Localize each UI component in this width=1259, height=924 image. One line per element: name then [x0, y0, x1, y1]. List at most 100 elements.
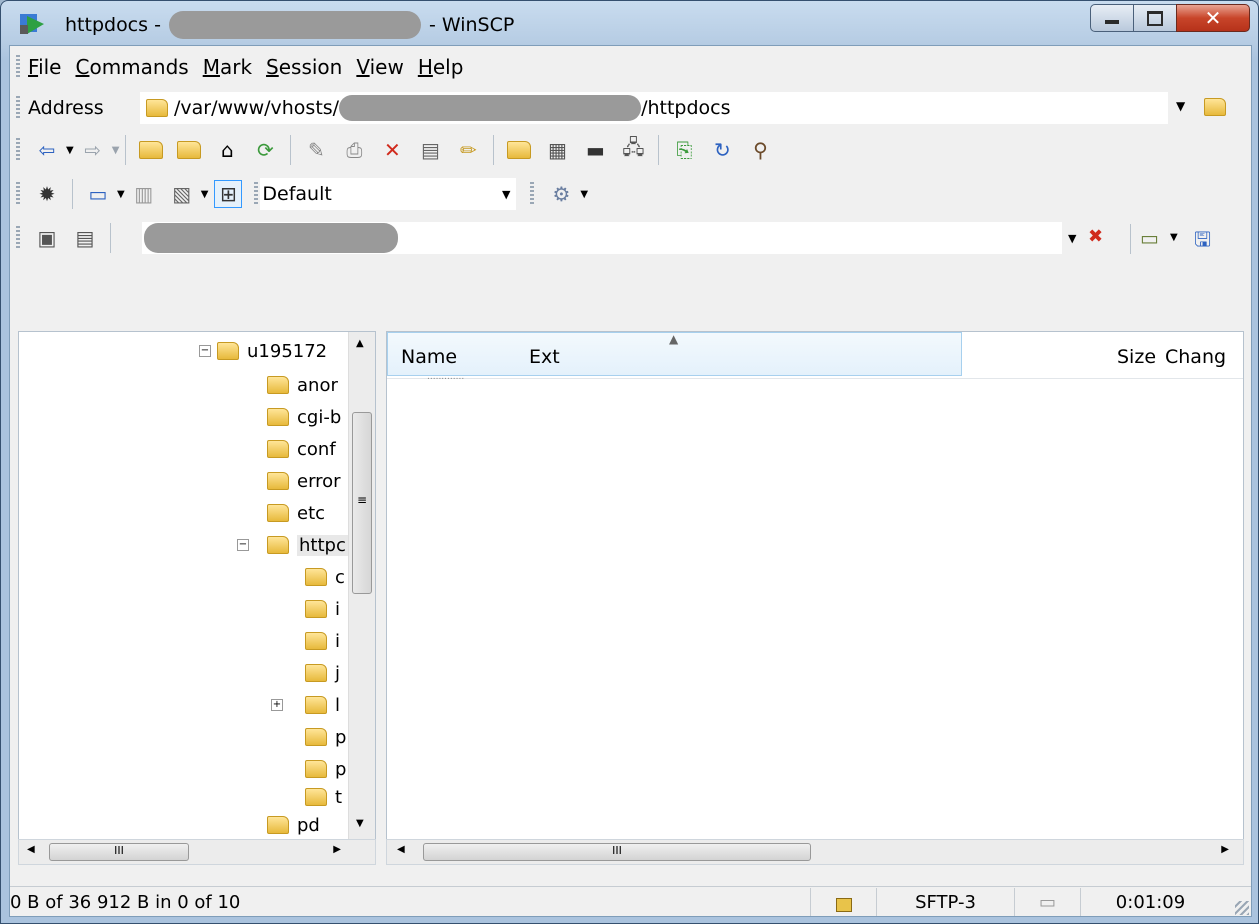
session-menu-icon[interactable]: ▭: [1140, 226, 1159, 250]
toolbar-grip[interactable]: [254, 182, 259, 206]
toolbar-grip[interactable]: [16, 138, 20, 162]
toolbar-grip[interactable]: [16, 182, 20, 206]
rename-icon[interactable]: ✏: [455, 137, 481, 163]
menu-commands[interactable]: Commands: [75, 55, 188, 79]
column-icon[interactable]: ▧: [169, 181, 195, 207]
toolbar-grip[interactable]: [16, 55, 20, 79]
copy-to-clipboard-icon[interactable]: ⎘: [671, 137, 697, 163]
forward-dropdown-icon[interactable]: ▼: [112, 145, 120, 156]
column-changed-label[interactable]: Chang: [1165, 346, 1226, 368]
preferences-gear-icon[interactable]: ✹: [34, 181, 60, 207]
tree-node[interactable]: j: [305, 660, 340, 686]
transfer-dropdown-icon[interactable]: ▼: [580, 189, 588, 200]
new-directory-icon[interactable]: [506, 137, 532, 163]
tree-node[interactable]: i: [305, 596, 340, 622]
filelist-horizontal-scrollbar[interactable]: ◀ III ▶: [386, 839, 1244, 865]
tree-node[interactable]: cgi-b: [267, 404, 341, 430]
maximize-button[interactable]: [1133, 4, 1177, 32]
session-menu-dropdown-icon[interactable]: ▼: [1170, 232, 1178, 243]
column-name-label: Name: [401, 346, 458, 368]
find-files-icon[interactable]: ⚲: [747, 137, 773, 163]
tree-node[interactable]: error: [267, 468, 341, 494]
back-dropdown-icon[interactable]: ▼: [66, 145, 74, 156]
tree-node[interactable]: etc: [267, 500, 325, 526]
column-size-label[interactable]: Size: [1117, 346, 1156, 368]
close-button[interactable]: ✕: [1176, 4, 1250, 32]
open-icon[interactable]: ⎙: [341, 137, 367, 163]
tree-node[interactable]: + l: [271, 692, 340, 718]
tree-node[interactable]: pd: [267, 812, 320, 838]
tree-node[interactable]: p: [305, 756, 346, 782]
disconnect-icon[interactable]: ✖: [1088, 226, 1103, 247]
tree-node[interactable]: i: [305, 628, 340, 654]
refresh-icon[interactable]: ⟳: [252, 137, 278, 163]
tree-node[interactable]: t: [305, 784, 342, 810]
minimize-button[interactable]: [1090, 4, 1134, 32]
delete-icon[interactable]: ✕: [379, 137, 405, 163]
scroll-down-icon[interactable]: ▼: [356, 818, 364, 829]
home-icon[interactable]: ⌂: [214, 137, 240, 163]
menu-help[interactable]: Help: [418, 55, 464, 79]
toolbar-separator: [493, 135, 495, 165]
menu-view[interactable]: View: [356, 55, 403, 79]
remote-file-list[interactable]: ▲ Name Ext Size Chang .............: [386, 331, 1244, 841]
menu-mark[interactable]: Mark: [203, 55, 252, 79]
tree-vertical-scrollbar[interactable]: ▲ ≡ ▼: [348, 332, 375, 840]
console-icon[interactable]: ▬: [582, 137, 608, 163]
folder-icon: [267, 440, 289, 458]
toolbar-grip[interactable]: [16, 96, 20, 120]
open-folder-icon[interactable]: [1204, 98, 1226, 116]
save-session-icon[interactable]: 🖫: [1194, 225, 1211, 259]
session-select[interactable]: [142, 222, 1062, 254]
forward-icon[interactable]: ⇨: [80, 137, 106, 163]
tree-node-root[interactable]: − u195172: [199, 338, 327, 364]
parent-directory-icon[interactable]: [138, 137, 164, 163]
back-icon[interactable]: ⇦: [34, 137, 60, 163]
root-directory-icon[interactable]: [176, 137, 202, 163]
scroll-left-icon[interactable]: ◀: [27, 844, 35, 855]
view-dropdown-icon[interactable]: ▼: [117, 189, 125, 200]
saved-sessions-icon[interactable]: ▤: [72, 225, 98, 251]
scroll-up-icon[interactable]: ▲: [356, 338, 364, 349]
menu-session[interactable]: Session: [266, 55, 342, 79]
directory-tree[interactable]: − u195172 anor cgi-b conf error etc − ht…: [18, 331, 376, 841]
scroll-right-icon[interactable]: ▶: [333, 844, 341, 855]
tree-node[interactable]: p: [305, 724, 346, 750]
tree-scroll-thumb[interactable]: ≡: [352, 412, 372, 594]
view-toolbar: ✹ ▭ ▼ ▥ ▧ ▼ ⊞ Default ▼ ⚙ ▼: [10, 172, 1251, 216]
scroll-left-icon[interactable]: ◀: [397, 844, 405, 855]
new-session-icon[interactable]: ▣: [34, 225, 60, 251]
filelist-hscroll-thumb[interactable]: III: [423, 843, 811, 861]
add-edit-link-icon[interactable]: ▦: [544, 137, 570, 163]
expand-icon[interactable]: +: [271, 699, 283, 711]
resize-grip-icon[interactable]: [1235, 901, 1249, 915]
session-dropdown-icon[interactable]: ▼: [1068, 232, 1076, 245]
properties-icon[interactable]: ▤: [417, 137, 443, 163]
tree-view-icon[interactable]: ⊞: [214, 180, 243, 208]
tree-horizontal-scrollbar[interactable]: ◀ III ▶: [18, 839, 376, 865]
toolbar-grip[interactable]: [530, 182, 535, 206]
address-input[interactable]: /var/www/vhosts/ /httpdocs: [140, 92, 1168, 124]
collapse-icon[interactable]: −: [199, 345, 211, 357]
edit-icon[interactable]: ✎: [303, 137, 329, 163]
column-dropdown-icon[interactable]: ▼: [201, 189, 209, 200]
title-bar[interactable]: httpdocs - - WinSCP ✕: [1, 1, 1258, 45]
queue-icon[interactable]: ▥: [131, 181, 157, 207]
filter-mask-select[interactable]: Default ▼: [260, 178, 517, 210]
column-ext-label[interactable]: Ext: [529, 346, 560, 368]
putty-icon[interactable]: 🖧: [620, 135, 646, 163]
parent-directory-row[interactable]: .............: [427, 372, 464, 382]
tree-node[interactable]: conf: [267, 436, 336, 462]
menu-file[interactable]: File: [28, 55, 61, 79]
collapse-icon[interactable]: −: [237, 539, 249, 551]
toolbar-grip[interactable]: [16, 226, 20, 250]
tree-node[interactable]: anor: [267, 372, 338, 398]
tree-node-httpdocs[interactable]: − httpc: [237, 532, 348, 558]
scroll-right-icon[interactable]: ▶: [1221, 844, 1229, 855]
list-view-icon[interactable]: ▭: [85, 181, 111, 207]
synchronize-icon[interactable]: ↻: [709, 137, 735, 163]
transfer-settings-icon[interactable]: ⚙: [548, 181, 574, 207]
tree-node[interactable]: c: [305, 564, 345, 590]
address-dropdown-icon[interactable]: ▼: [1176, 99, 1185, 113]
tree-hscroll-thumb[interactable]: III: [49, 843, 189, 861]
